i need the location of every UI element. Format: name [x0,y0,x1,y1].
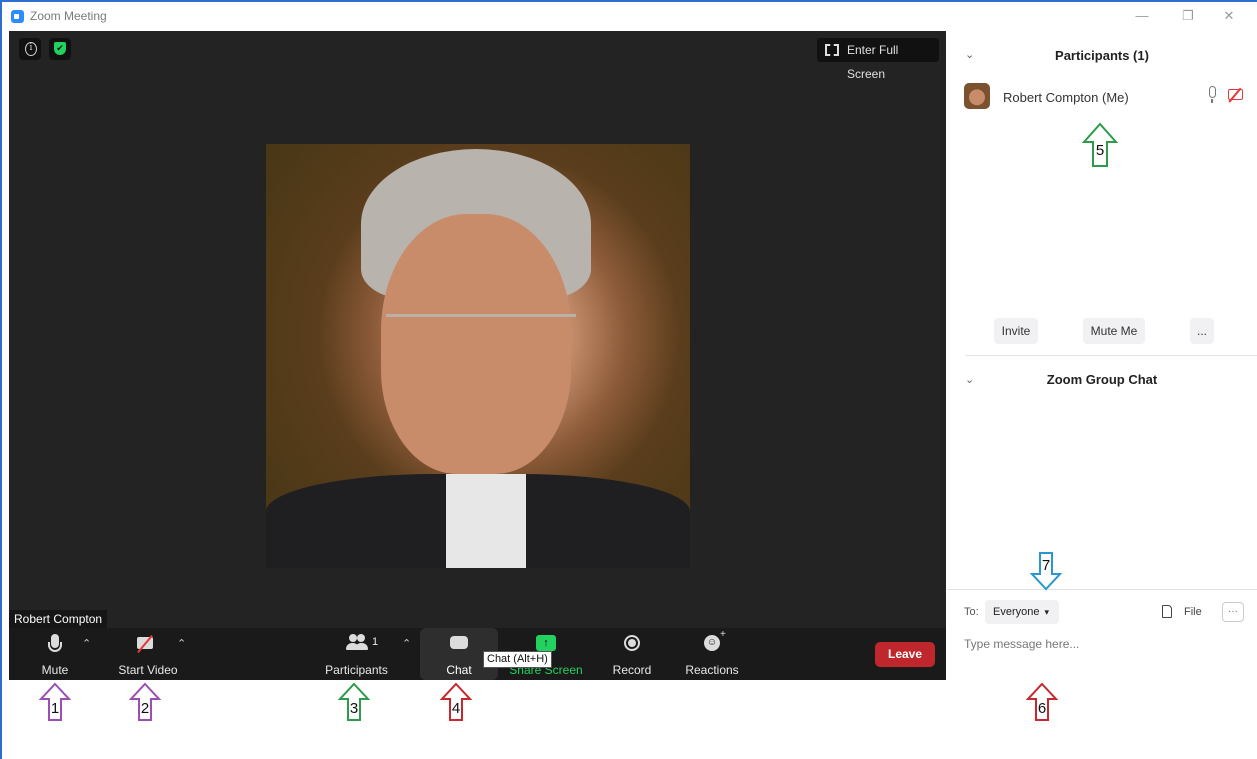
participant-microphone-icon[interactable] [1209,86,1216,103]
minimize-icon[interactable]: — [1128,6,1156,26]
participants-icon [349,634,357,642]
recipient-select[interactable]: Everyone ▾ [985,600,1059,624]
participant-video-off-icon[interactable] [1228,89,1243,100]
participants-panel-title: Participants (1) [1055,48,1149,63]
record-label: Record [612,663,652,677]
participant-name: Robert Compton (Me) [1003,90,1129,105]
enter-full-screen-button[interactable]: Enter Full Screen [817,38,939,81]
encryption-shield-icon[interactable] [49,38,71,60]
participants-options-chevron-icon[interactable]: ⌃ [402,637,411,650]
record-icon [624,635,640,651]
panel-divider [965,355,1257,356]
chat-input-divider [947,589,1257,590]
annotation-arrow-3: 3 [337,682,371,722]
mute-label: Mute [41,663,69,677]
zoom-app-icon [11,10,24,23]
video-options-chevron-icon[interactable]: ⌃ [177,637,186,650]
enter-full-screen-label: Enter Full Screen [847,43,899,81]
participant-name-tag: Robert Compton [9,610,108,629]
restore-icon[interactable]: ❐ [1174,6,1202,26]
audio-options-chevron-icon[interactable]: ⌃ [82,637,91,650]
title-bar: Zoom Meeting — ❐ ✕ [2,2,1257,30]
start-video-button[interactable]: Start Video [113,628,183,680]
chat-bubble-icon [450,636,468,649]
annotation-arrow-7: 7 [1029,551,1063,591]
annotation-arrow-6: 6 [1025,682,1059,722]
recipient-value: Everyone [993,606,1040,618]
video-area[interactable]: Enter Full Screen Robert Compton [9,31,946,629]
share-screen-icon: ↑ [536,635,556,651]
leave-button[interactable]: Leave [875,642,935,667]
annotation-arrow-4: 4 [439,682,473,722]
annotation-arrow-2: 2 [128,682,162,722]
participants-button[interactable]: 1 Participants [319,628,394,680]
chat-tooltip: Chat (Alt+H) [483,651,552,668]
annotation-arrow-5: 5 [1081,122,1119,168]
participants-label: Participants [325,663,388,677]
chat-message-input[interactable] [964,633,1244,655]
mute-me-button[interactable]: Mute Me [1083,318,1145,344]
start-video-label: Start Video [118,663,178,677]
reactions-button[interactable]: ☺ + Reactions [682,628,742,680]
meeting-info-icon[interactable] [19,38,41,60]
invite-button[interactable]: Invite [994,318,1038,344]
reactions-label: Reactions [685,663,739,677]
mute-button[interactable]: Mute [31,628,79,680]
file-icon[interactable] [1162,605,1172,618]
chat-panel-title: Zoom Group Chat [1046,372,1158,387]
meeting-toolbar: Mute ⌃ Start Video ⌃ 1 Participants ⌃ Ch… [9,628,946,680]
file-button[interactable]: File [1184,606,1202,618]
close-icon[interactable]: ✕ [1215,6,1243,26]
participant-video-feed [266,144,690,568]
reactions-emoji-icon: ☺ [704,635,720,651]
window-title: Zoom Meeting [30,9,107,23]
participants-count: 1 [372,636,379,648]
chevron-down-icon: ▾ [1044,607,1050,617]
chat-more-button[interactable]: ··· [1222,602,1244,622]
annotation-arrow-1: 1 [38,682,72,722]
fullscreen-icon [825,44,839,56]
participants-more-button[interactable]: ... [1190,318,1214,344]
avatar [964,83,990,109]
to-label: To: [964,606,979,618]
record-button[interactable]: Record [609,628,655,680]
